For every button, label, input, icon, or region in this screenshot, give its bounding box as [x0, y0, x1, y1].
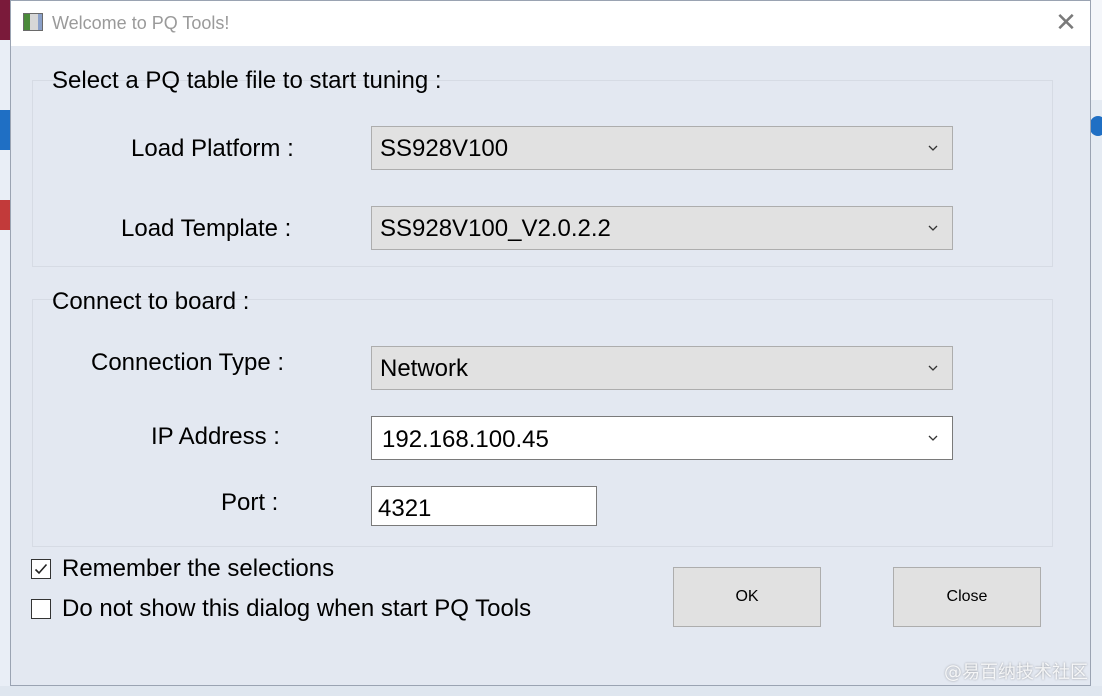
window-title: Welcome to PQ Tools!	[52, 13, 230, 33]
close-button[interactable]: Close	[893, 567, 1041, 627]
port-label: Port :	[221, 489, 279, 516]
port-input[interactable]: 4321	[371, 486, 597, 526]
load-platform-value: SS928V100	[380, 135, 509, 162]
app-icon	[23, 13, 43, 31]
ok-button[interactable]: OK	[673, 567, 821, 627]
connection-type-value: Network	[380, 355, 469, 382]
load-template-value: SS928V100_V2.0.2.2	[380, 215, 611, 242]
port-value: 4321	[378, 495, 432, 522]
ip-address-combobox[interactable]: 192.168.100.45	[371, 416, 953, 460]
board-section-title: Connect to board :	[52, 288, 250, 315]
checkmark-icon	[34, 563, 48, 575]
load-platform-select[interactable]: SS928V100	[371, 126, 953, 170]
pq-section-title: Select a PQ table file to start tuning :	[52, 67, 442, 94]
load-template-label: Load Template :	[121, 215, 292, 242]
remember-selections-label[interactable]: Remember the selections	[62, 555, 334, 583]
welcome-dialog: Welcome to PQ Tools! ✕ Select a PQ table…	[10, 0, 1091, 686]
background-window-fragment	[1090, 116, 1102, 136]
chevron-down-icon	[928, 365, 938, 371]
connection-type-select[interactable]: Network	[371, 346, 953, 390]
chevron-down-icon	[928, 225, 938, 231]
ip-address-label: IP Address :	[151, 423, 280, 450]
chevron-down-icon[interactable]	[926, 431, 940, 445]
close-window-button[interactable]: ✕	[1052, 9, 1080, 37]
dont-show-dialog-checkbox[interactable]	[31, 599, 51, 619]
load-template-select[interactable]: SS928V100_V2.0.2.2	[371, 206, 953, 250]
dont-show-dialog-label[interactable]: Do not show this dialog when start PQ To…	[62, 595, 531, 623]
watermark-text: @易百纳技术社区	[944, 662, 1088, 683]
title-bar[interactable]: Welcome to PQ Tools! ✕	[11, 1, 1090, 46]
desktop-background-bottom	[0, 686, 1102, 696]
connection-type-label: Connection Type :	[91, 349, 285, 376]
remember-selections-checkbox[interactable]	[31, 559, 51, 579]
load-platform-label: Load Platform :	[131, 135, 294, 162]
chevron-down-icon	[928, 145, 938, 151]
ip-address-value[interactable]: 192.168.100.45	[382, 426, 549, 454]
